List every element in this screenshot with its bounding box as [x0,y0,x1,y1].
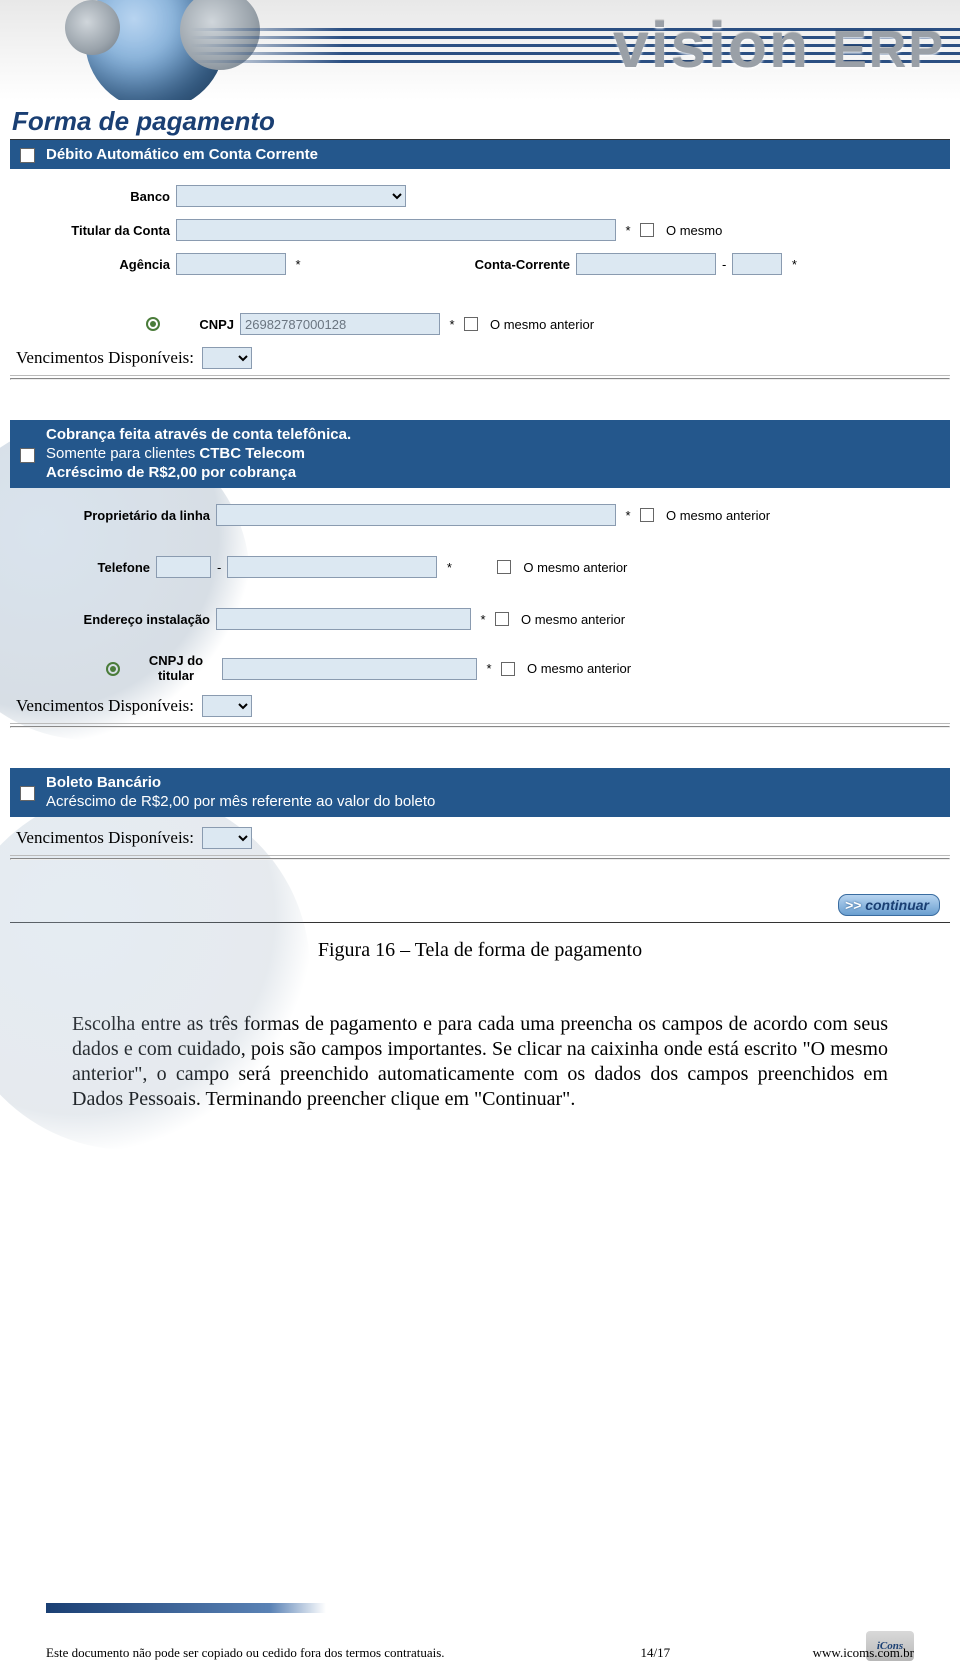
cnpj-titular-label: CNPJ do titular [136,654,216,683]
venc-label: Vencimentos Disponíveis: [16,828,194,848]
brand-sub: ERP [832,21,945,79]
agency-label: Agência [20,257,170,272]
account-input[interactable] [576,253,716,275]
same-prev-checkbox[interactable] [464,317,478,331]
page-footer: Este documento não pode ser copiado ou c… [0,1631,960,1661]
phone-line1: Cobrança feita através de conta telefôni… [46,426,351,443]
holder-input[interactable] [176,219,616,241]
continue-button[interactable]: >> continuar [838,894,940,916]
agency-input[interactable] [176,253,286,275]
venc-select-2[interactable] [202,695,252,717]
chevron-right-icon: >> [845,897,861,913]
section-title: Forma de pagamento [0,100,960,139]
phone-section-header: Cobrança feita através de conta telefôni… [10,420,950,488]
required-mark: * [622,508,634,523]
phone-line2a: Somente para clientes [46,445,199,462]
same-label: O mesmo [666,223,722,238]
cnpj-titular-row: CNPJ do titular * O mesmo anterior [10,648,950,689]
addr-row: Endereço instalação * O mesmo anterior [10,602,950,636]
bank-row: Banco [10,179,950,213]
cnpj-titular-radio[interactable] [106,662,120,676]
payment-form-panel: Débito Automático em Conta Corrente Banc… [10,139,950,923]
debit-section-title: Débito Automático em Conta Corrente [46,146,318,163]
boleto-section-header: Boleto Bancário Acréscimo de R$2,00 por … [10,768,950,818]
required-mark: * [443,560,455,575]
required-mark: * [622,223,634,238]
addr-input[interactable] [216,608,471,630]
account-label: Conta-Corrente [370,257,570,272]
cnpj-input[interactable] [240,313,440,335]
footer-disclaimer: Este documento não pode ser copiado ou c… [46,1645,445,1661]
same-checkbox[interactable] [640,223,654,237]
same-prev-label: O mesmo anterior [490,317,594,332]
phone-same-checkbox[interactable] [497,560,511,574]
venc-row-1: Vencimentos Disponíveis: [10,341,950,376]
cnpj-titular-same-label: O mesmo anterior [527,661,631,676]
addr-label: Endereço instalação [20,612,210,627]
owner-same-label: O mesmo anterior [666,508,770,523]
owner-row: Proprietário da linha * O mesmo anterior [10,498,950,532]
required-mark: * [446,317,458,332]
account-digit-input[interactable] [732,253,782,275]
dash: - [217,560,221,575]
boleto-line1: Boleto Bancário [46,774,161,791]
owner-label: Proprietário da linha [20,508,210,523]
phone-label: Telefone [20,560,150,575]
required-mark: * [483,661,495,676]
boleto-line2: Acréscimo de R$2,00 por mês referente ao… [46,793,435,810]
cnpj-titular-input[interactable] [222,658,477,680]
cnpj-label: CNPJ [184,317,234,332]
footer-bar [46,1603,326,1613]
phone-line3: Acréscimo de R$2,00 por cobrança [46,464,296,481]
bank-select[interactable] [176,185,406,207]
required-mark: * [292,257,304,272]
continue-row: >> continuar [10,888,950,922]
required-mark: * [477,612,489,627]
venc-label: Vencimentos Disponíveis: [16,348,194,368]
owner-same-checkbox[interactable] [640,508,654,522]
venc-select-1[interactable] [202,347,252,369]
phone-ddd-input[interactable] [156,556,211,578]
required-mark: * [788,257,800,272]
footer-url: www.icoms.com.br [813,1645,914,1661]
agency-row: Agência * Conta-Corrente - * [10,247,950,281]
cnpj-radio[interactable] [146,317,160,331]
boleto-section-checkbox[interactable] [20,786,35,801]
phone-section-checkbox[interactable] [20,448,35,463]
phone-same-label: O mesmo anterior [523,560,627,575]
addr-same-checkbox[interactable] [495,612,509,626]
dash: - [722,257,726,272]
cnpj-titular-same-checkbox[interactable] [501,662,515,676]
continue-label: continuar [865,897,929,913]
brand-name: vision [613,9,810,81]
cnpj-row: CNPJ * O mesmo anterior [10,307,950,341]
debit-section-checkbox[interactable] [20,148,35,163]
owner-input[interactable] [216,504,616,526]
brand-logo: vision ERP [613,8,945,82]
holder-row: Titular da Conta * O mesmo [10,213,950,247]
addr-same-label: O mesmo anterior [521,612,625,627]
venc-row-2: Vencimentos Disponíveis: [10,689,950,724]
cog-icon [65,0,120,55]
app-header: vision ERP [0,0,960,100]
phone-row: Telefone - * O mesmo anterior [10,550,950,584]
venc-label: Vencimentos Disponíveis: [16,696,194,716]
holder-label: Titular da Conta [20,223,170,238]
phone-number-input[interactable] [227,556,437,578]
phone-line2b: CTBC Telecom [199,445,305,462]
venc-row-3: Vencimentos Disponíveis: [10,821,950,856]
debit-section-header: Débito Automático em Conta Corrente [10,140,950,169]
venc-select-3[interactable] [202,827,252,849]
bank-label: Banco [20,189,170,204]
footer-page: 14/17 [640,1645,670,1661]
